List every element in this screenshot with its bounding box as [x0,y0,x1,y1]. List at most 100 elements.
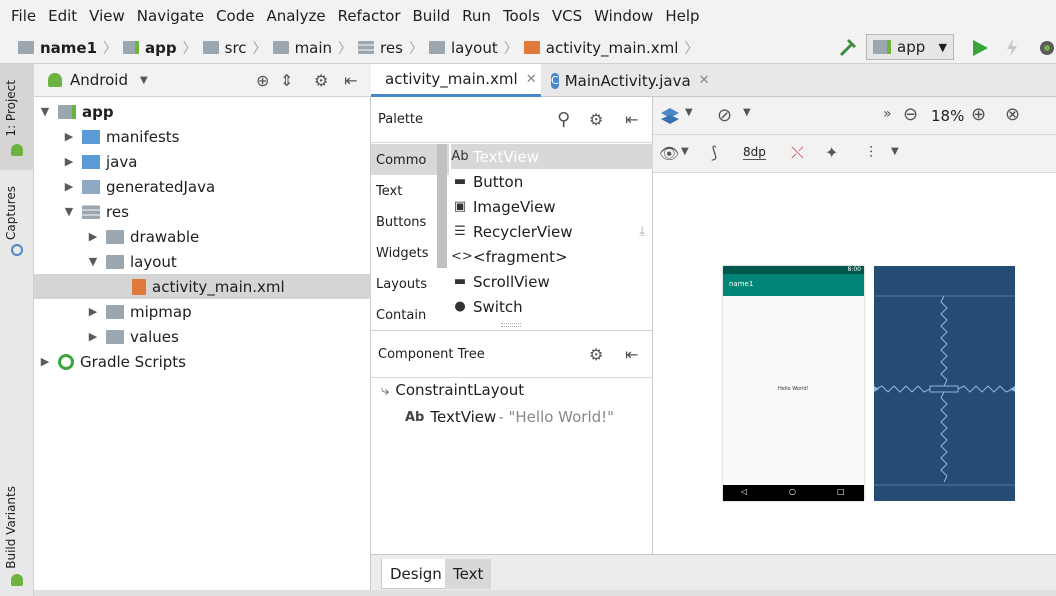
category-containers[interactable]: Contain [376,308,426,323]
menu-tools[interactable]: Tools [497,7,546,25]
tab-captures[interactable]: Captures [4,186,18,240]
home-icon: ○ [789,487,796,496]
hammer-icon[interactable] [837,37,859,59]
zoom-out-icon[interactable]: ⊖ [903,104,918,125]
chevron-down-icon[interactable]: ▼ [140,75,148,86]
hide-panel-icon[interactable]: ⇤ [344,71,357,90]
breadcrumb-main[interactable]: main [269,39,336,57]
project-view-select[interactable]: Android [70,71,128,89]
tab-build-variants[interactable]: Build Variants [4,486,18,569]
category-layouts[interactable]: Layouts [376,277,427,292]
clear-constraints-icon[interactable]: ⤬ [791,143,804,163]
menu-vcs[interactable]: VCS [546,7,588,25]
component-textview[interactable]: Ab TextView - "Hello World!" [405,408,614,426]
tab-text[interactable]: Text [445,559,492,589]
design-canvas[interactable]: 8:00 name1 Hello World! ◁ ○ □ [653,173,1056,554]
orientation-icon[interactable]: ⊘ [717,105,732,126]
menu-analyze[interactable]: Analyze [260,7,331,25]
menu-refactor[interactable]: Refactor [332,7,407,25]
gear-icon[interactable]: ⚙ [589,110,603,129]
tree-item-drawable[interactable]: ▶ drawable [34,224,371,249]
device-preview[interactable]: 8:00 name1 Hello World! ◁ ○ □ [723,266,864,501]
close-icon[interactable]: ✕ [699,73,710,88]
category-text[interactable]: Text [376,184,402,199]
download-icon[interactable]: ⤓ [639,224,645,239]
palette-item-button[interactable]: ▬ Button [451,169,653,194]
eye-icon[interactable]: 👁 [659,144,679,163]
menu-window[interactable]: Window [588,7,659,25]
xml-file-icon [132,278,146,295]
category-scrollbar[interactable] [437,144,447,268]
palette-item-recyclerview[interactable]: ☰ RecyclerView ⤓ [451,219,653,244]
gear-icon[interactable]: ⚙ [314,71,328,90]
close-icon[interactable]: ✕ [526,72,537,87]
hello-world-text[interactable]: Hello World! [778,386,809,392]
breadcrumb-res[interactable]: res [354,39,407,57]
tree-item-gradle-scripts[interactable]: ▶ Gradle Scripts [34,349,371,374]
overflow-icon[interactable]: » [883,106,892,122]
run-icon[interactable] [970,38,990,58]
breadcrumb-layout[interactable]: layout [425,39,502,57]
category-buttons[interactable]: Buttons [376,215,426,230]
chevron-down-icon[interactable]: ▼ [681,146,689,157]
menu-run[interactable]: Run [456,7,497,25]
palette-item-scrollview[interactable]: ▬ ScrollView [451,269,653,294]
category-widgets[interactable]: Widgets [376,246,429,261]
tree-item-layout[interactable]: ▼ layout [34,249,371,274]
tab-design[interactable]: Design [381,559,451,589]
folder-icon [106,304,124,319]
chevron-down-icon[interactable]: ▼ [891,146,899,157]
debug-icon[interactable] [1036,37,1056,59]
align-icon[interactable]: ⫶ [869,143,873,163]
tab-mainactivity-java[interactable]: C MainActivity.java ✕ [543,64,713,97]
hide-panel-icon[interactable]: ⇤ [625,345,638,364]
collapse-all-icon[interactable]: ⇕ [280,71,293,90]
breadcrumb-module[interactable]: app [119,39,181,57]
menu-code[interactable]: Code [210,7,260,25]
breadcrumb-file[interactable]: activity_main.xml [520,39,683,57]
chevron-down-icon[interactable]: ▼ [743,107,751,118]
tree-item-app[interactable]: ▼ app [34,99,371,124]
android-icon [11,144,23,156]
search-icon[interactable]: ⚲ [557,109,570,130]
hide-panel-icon[interactable]: ⇤ [625,110,638,129]
breadcrumb-separator: 〉 [182,40,197,57]
chevron-down-icon[interactable]: ▼ [685,107,693,118]
layers-icon[interactable] [659,106,681,126]
autoconnect-off-icon[interactable]: ⟆ [711,143,717,162]
menu-build[interactable]: Build [407,7,457,25]
palette-item-textview[interactable]: Ab TextView [451,144,653,169]
breadcrumb-src[interactable]: src [199,39,251,57]
menu-help[interactable]: Help [659,7,705,25]
tab-activity-main-xml[interactable]: activity_main.xml ✕ [371,64,541,97]
magic-wand-icon[interactable]: ✦ [825,143,838,162]
tree-item-values[interactable]: ▶ values [34,324,371,349]
zoom-fit-icon[interactable]: ⊗ [1005,104,1020,125]
palette-item-fragment[interactable]: <> <fragment> [451,244,653,269]
menu-file[interactable]: File [0,7,42,25]
tree-item-generatedjava[interactable]: ▶ generatedJava [34,174,371,199]
zoom-in-icon[interactable]: ⊕ [971,104,986,125]
tab-project[interactable]: 1: Project [4,80,18,137]
switch-icon: ● [454,299,466,314]
tree-item-manifests[interactable]: ▶ manifests [34,124,371,149]
menu-edit[interactable]: Edit [42,7,83,25]
tree-item-mipmap[interactable]: ▶ mipmap [34,299,371,324]
category-common[interactable]: Commo [376,153,426,168]
run-configuration-select[interactable]: app ▼ [866,34,954,60]
tree-item-activity-main-xml[interactable]: activity_main.xml [34,274,371,299]
palette-item-switch[interactable]: ● Switch [451,294,653,319]
apply-changes-icon[interactable] [1004,38,1020,58]
menu-navigate[interactable]: Navigate [131,7,210,25]
gear-icon[interactable]: ⚙ [589,345,603,364]
tree-item-res[interactable]: ▼ res [34,199,371,224]
menu-view[interactable]: View [83,7,131,25]
splitter-handle[interactable] [501,323,521,327]
tree-item-java[interactable]: ▶ java [34,149,371,174]
default-margin-button[interactable]: 8dp [743,145,766,160]
component-constraintlayout[interactable]: ⤷ ConstraintLayout [381,381,524,399]
blueprint-preview[interactable] [874,266,1015,501]
breadcrumb-project[interactable]: name1 [14,39,101,57]
locate-icon[interactable]: ⊕ [256,71,269,90]
palette-item-imageview[interactable]: ▣ ImageView [451,194,653,219]
